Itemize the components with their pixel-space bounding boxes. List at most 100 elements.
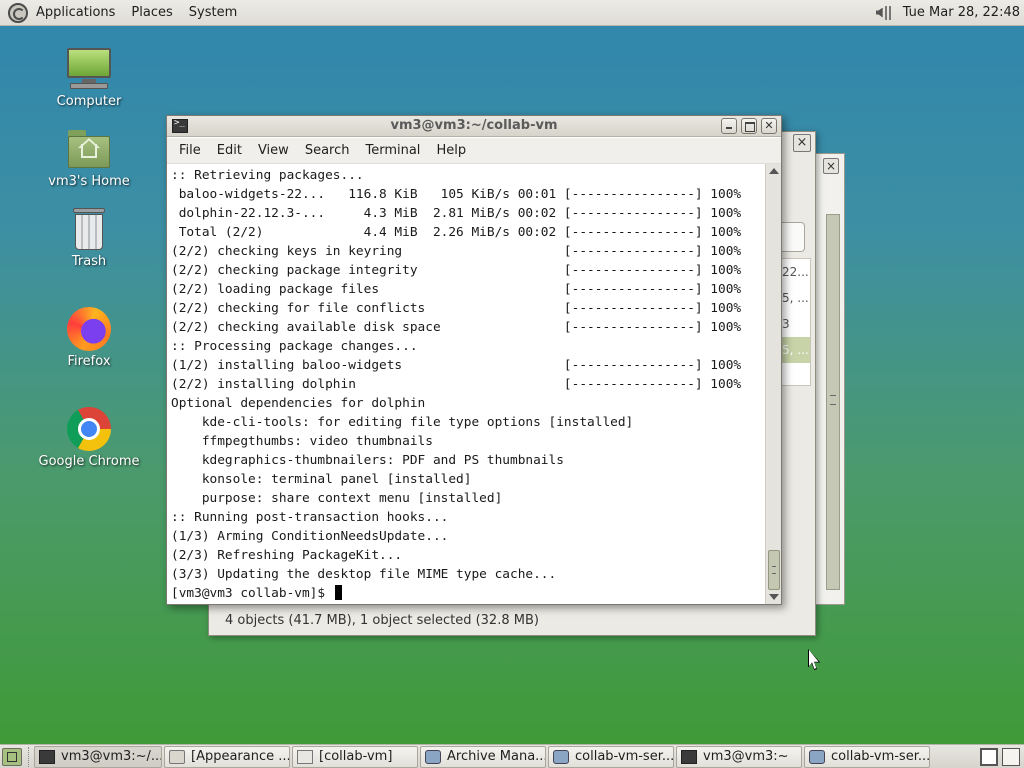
task-terminal-home[interactable]: vm3@vm3:~ <box>676 745 802 768</box>
terminal-line: (2/2) checking for file conflicts [-----… <box>171 301 742 316</box>
top-panel: Applications Places System Tue Mar 28, 2… <box>0 0 1024 26</box>
list-item[interactable]: 5, ... <box>778 285 810 311</box>
text-cursor <box>334 585 342 600</box>
archive-icon <box>425 749 441 764</box>
show-desktop-icon[interactable] <box>2 747 22 766</box>
terminal-line: :: Running post-transaction hooks... <box>171 510 449 525</box>
list-item[interactable]: 5, ... <box>778 337 810 363</box>
task-collab-folder[interactable]: [collab-vm] <box>292 745 418 768</box>
task-label: [collab-vm] <box>319 749 393 764</box>
minimize-button[interactable] <box>721 118 737 134</box>
scroll-down-icon[interactable] <box>769 594 779 600</box>
terminal-line: (2/2) checking package integrity [------… <box>171 263 742 278</box>
terminal-icon <box>681 749 697 764</box>
terminal-line: (1/2) installing baloo-widgets [--------… <box>171 358 742 373</box>
top-menu: Applications Places System <box>0 0 245 25</box>
task-label: Archive Mana... <box>447 749 546 764</box>
desktop-icon-home[interactable]: vm3's Home <box>34 126 144 189</box>
terminal-icon <box>39 749 55 764</box>
system-menu[interactable]: System <box>181 0 245 25</box>
desktop-icon-trash[interactable]: Trash <box>34 206 144 269</box>
firefox-icon <box>64 306 114 352</box>
close-icon[interactable]: × <box>823 158 839 174</box>
desktop-icon-label: Computer <box>56 94 122 109</box>
terminal-line: ffmpegthumbs: video thumbnails <box>171 434 433 449</box>
desktop-icon-label: Google Chrome <box>38 454 140 469</box>
panel-clock[interactable]: Tue Mar 28, 22:48 <box>903 5 1020 20</box>
desktop-icon-label: vm3's Home <box>48 174 130 189</box>
scroll-thumb[interactable] <box>768 550 780 590</box>
terminal-line: (2/2) installing dolphin [--------------… <box>171 377 742 392</box>
terminal-line: (2/2) loading package files [-----------… <box>171 282 742 297</box>
task-label: vm3@vm3:~/... <box>61 749 162 764</box>
close-icon[interactable]: × <box>793 134 811 152</box>
archive-icon <box>553 749 569 764</box>
window-list: vm3@vm3:~/... [Appearance ... [collab-vm… <box>34 745 932 768</box>
workspace-1[interactable] <box>980 747 998 766</box>
maximize-button[interactable] <box>741 118 757 134</box>
list-item[interactable]: 22... <box>778 259 810 285</box>
terminal-line: Total (2/2) 4.4 MiB 2.26 MiB/s 00:02 [--… <box>171 225 742 240</box>
bottom-taskbar: vm3@vm3:~/... [Appearance ... [collab-vm… <box>0 744 1024 768</box>
terminal-line: purpose: share context menu [installed] <box>171 491 503 506</box>
window-title: vm3@vm3:~/collab-vm <box>390 118 558 133</box>
task-archive-manager[interactable]: Archive Mana... <box>420 745 546 768</box>
background-window[interactable]: × <box>815 153 845 605</box>
terminal-line: kde-cli-tools: for editing file type opt… <box>171 415 634 430</box>
menu-file[interactable]: File <box>171 143 209 158</box>
terminal-line: (3/3) Updating the desktop file MIME typ… <box>171 567 557 582</box>
terminal-window[interactable]: vm3@vm3:~/collab-vm ✕ File Edit View Sea… <box>166 115 782 605</box>
scroll-up-icon[interactable] <box>769 168 779 174</box>
menu-help[interactable]: Help <box>428 143 474 158</box>
trash-icon <box>64 206 114 252</box>
menu-terminal[interactable]: Terminal <box>357 143 428 158</box>
home-folder-icon <box>64 126 114 172</box>
task-label: collab-vm-ser... <box>575 749 674 764</box>
terminal-line: (2/3) Refreshing PackageKit... <box>171 548 403 563</box>
terminal-menubar: File Edit View Search Terminal Help <box>167 138 781 164</box>
close-button[interactable]: ✕ <box>761 118 777 134</box>
workspace-2[interactable] <box>1002 747 1020 766</box>
menu-view[interactable]: View <box>250 143 297 158</box>
menu-edit[interactable]: Edit <box>209 143 250 158</box>
shell-prompt: [vm3@vm3 collab-vm]$ <box>171 586 333 601</box>
terminal-line: :: Processing package changes... <box>171 339 418 354</box>
terminal-line: (2/2) checking available disk space [---… <box>171 320 742 335</box>
status-bar: 4 objects (41.7 MB), 1 object selected (… <box>225 613 539 628</box>
task-label: vm3@vm3:~ <box>703 749 789 764</box>
mouse-pointer-fill <box>809 650 819 669</box>
workspace-switcher <box>976 747 1020 766</box>
task-collab-server-1[interactable]: collab-vm-ser... <box>548 745 674 768</box>
scrollbar[interactable] <box>826 214 840 590</box>
terminal-line: dolphin-22.12.3-... 4.3 MiB 2.81 MiB/s 0… <box>171 206 742 221</box>
task-label: collab-vm-ser... <box>831 749 930 764</box>
applications-menu[interactable]: Applications <box>28 0 123 25</box>
panel-tray: Tue Mar 28, 22:48 <box>873 0 1024 25</box>
menu-search[interactable]: Search <box>297 143 358 158</box>
terminal-prompt-line[interactable]: [vm3@vm3 collab-vm]$ <box>171 584 765 603</box>
terminal-output[interactable]: :: Retrieving packages... baloo-widgets-… <box>167 164 765 604</box>
volume-icon[interactable] <box>873 4 895 22</box>
desktop-icon-chrome[interactable]: Google Chrome <box>34 406 144 469</box>
archive-icon <box>809 749 825 764</box>
terminal-scrollbar[interactable] <box>765 164 781 604</box>
distro-logo-icon[interactable] <box>8 2 28 23</box>
list-item[interactable]: 3 <box>778 311 810 337</box>
file-list[interactable]: 22... 5, ... 3 5, ... <box>777 258 811 386</box>
folder-icon <box>297 749 313 764</box>
terminal-line: (1/3) Arming ConditionNeedsUpdate... <box>171 529 449 544</box>
desktop-icon-computer[interactable]: Computer <box>34 46 144 109</box>
terminal-line: konsole: terminal panel [installed] <box>171 472 472 487</box>
task-terminal-collab[interactable]: vm3@vm3:~/... <box>34 745 162 768</box>
terminal-line: Optional dependencies for dolphin <box>171 396 426 411</box>
task-collab-server-2[interactable]: collab-vm-ser... <box>804 745 930 768</box>
desktop-icon-label: Trash <box>71 254 107 269</box>
window-titlebar[interactable]: vm3@vm3:~/collab-vm ✕ <box>167 116 781 137</box>
chrome-icon <box>64 406 114 452</box>
desktop-icon-firefox[interactable]: Firefox <box>34 306 144 369</box>
task-appearance[interactable]: [Appearance ... <box>164 745 290 768</box>
places-menu[interactable]: Places <box>123 0 180 25</box>
terminal-line: (2/2) checking keys in keyring [--------… <box>171 244 742 259</box>
computer-icon <box>64 46 114 92</box>
appearance-icon <box>169 749 185 764</box>
